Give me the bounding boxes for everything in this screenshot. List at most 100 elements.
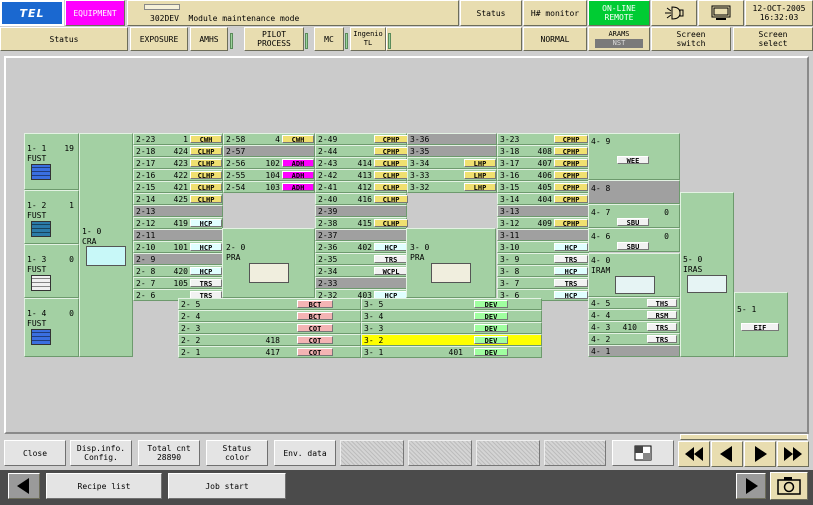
module-row[interactable]: 3-32 LHP (407, 181, 497, 193)
camera-button[interactable] (770, 472, 808, 500)
light-button[interactable] (651, 0, 697, 26)
module-row[interactable]: 2-38 415 CLHP (315, 217, 408, 229)
module-row[interactable]: 3- 3 DEV (361, 322, 542, 334)
module-row[interactable]: 2- 1 417 COT (178, 346, 361, 358)
arm-iras[interactable]: 5- 0 IRAS (680, 192, 734, 357)
module-row[interactable]: 3-15 405 CPHP (497, 181, 589, 193)
job-start-button[interactable]: Job start (168, 473, 286, 499)
module-row[interactable]: 4- 4 RSM (588, 309, 680, 321)
load-port[interactable]: 1- 2 1 FUST (24, 190, 79, 244)
window-button[interactable] (612, 440, 674, 466)
module-row[interactable]: 2-42 413 CLHP (315, 169, 408, 181)
equipment-button[interactable]: EQUIPMENT (65, 0, 125, 26)
module-row[interactable]: 3-11 (497, 229, 589, 241)
module-row[interactable]: 3-35 (407, 145, 497, 157)
module-row[interactable]: 3-17 407 CPHP (497, 157, 589, 169)
module-row[interactable]: 3-12 409 CPHP (497, 217, 589, 229)
module-row[interactable]: 2- 9 (133, 253, 223, 265)
module-row[interactable]: 4- 7 0 SBU (588, 204, 680, 228)
module-row[interactable]: 2-37 (315, 229, 407, 241)
load-port[interactable]: 1- 4 0 FUST (24, 298, 79, 357)
module-eif[interactable]: 5- 1 EIF (734, 292, 788, 357)
close-button[interactable]: Close (4, 440, 66, 466)
module-row[interactable]: 2-23 1 CWH (133, 133, 223, 145)
load-port[interactable]: 1- 3 0 FUST (24, 244, 79, 298)
module-row[interactable]: 2-49 CPHP (315, 133, 408, 145)
monitor-display-button[interactable] (698, 0, 744, 26)
module-row[interactable]: 4- 8 (588, 180, 680, 204)
module-row[interactable]: 2-18 424 CLHP (133, 145, 223, 157)
module-row[interactable]: 2-13 (133, 205, 223, 217)
module-row[interactable]: 3-23 CPHP (497, 133, 589, 145)
last-page-button[interactable] (777, 441, 809, 467)
arm-cra[interactable]: 1- 0 CRA (79, 133, 133, 357)
module-row[interactable]: 2-55 104 ADH (223, 169, 315, 181)
module-row[interactable]: 3-13 (497, 205, 589, 217)
module-row[interactable]: 3-34 LHP (407, 157, 497, 169)
module-row[interactable]: 2-43 414 CLHP (315, 157, 408, 169)
env-data-button[interactable]: Env. data (274, 440, 336, 466)
tab-mc[interactable]: MC (314, 27, 344, 51)
module-row[interactable]: 3- 4 DEV (361, 310, 542, 322)
module-row[interactable]: 2- 8 420 HCP (133, 265, 223, 277)
module-row[interactable]: 3-36 (407, 133, 497, 145)
module-row[interactable]: 3-14 404 CPHP (497, 193, 589, 205)
module-row[interactable]: 2-10 101 HCP (133, 241, 223, 253)
module-row[interactable]: 2- 2 418 COT (178, 334, 361, 346)
module-row[interactable]: 2-14 425 CLHP (133, 193, 223, 205)
module-row[interactable]: 3- 1 401 DEV (361, 346, 542, 358)
module-row[interactable]: 3-10 HCP (497, 241, 589, 253)
module-row[interactable]: 3- 9 TRS (497, 253, 589, 265)
module-row[interactable]: 4- 5 THS (588, 297, 680, 309)
module-row[interactable]: 2- 7 105 TRS (133, 277, 223, 289)
tab-exposure[interactable]: EXPOSURE (130, 27, 188, 51)
module-row[interactable]: 3-18 408 CPHP (497, 145, 589, 157)
module-row[interactable]: 2- 3 COT (178, 322, 361, 334)
prev-page-button[interactable] (711, 441, 743, 467)
first-page-button[interactable] (678, 441, 710, 467)
screen-switch-button[interactable]: Screen switch (651, 27, 731, 51)
module-row[interactable]: 2-41 412 CLHP (315, 181, 408, 193)
next-page-button[interactable] (744, 441, 776, 467)
monitor-button[interactable]: H# monitor (523, 0, 587, 26)
disp-info-config-button[interactable]: Disp.info. Config. (70, 440, 132, 466)
module-row[interactable]: 3- 8 HCP (497, 265, 589, 277)
module-row[interactable]: 2-11 (133, 229, 223, 241)
module-row[interactable]: 2-16 422 CLHP (133, 169, 223, 181)
screen-select-button[interactable]: Screen select (733, 27, 813, 51)
module-row[interactable]: 3-16 406 CPHP (497, 169, 589, 181)
module-row[interactable]: 2-44 CPHP (315, 145, 408, 157)
module-row[interactable]: 2- 5 BCT (178, 298, 361, 310)
module-row[interactable]: 4- 9 WEE (588, 133, 680, 180)
arm-pra-2[interactable]: 2- 0 PRA (222, 228, 315, 298)
module-row[interactable]: 2-39 (315, 205, 407, 217)
status-button[interactable]: Status (460, 0, 522, 26)
tab-status[interactable]: Status (0, 27, 128, 51)
module-row[interactable]: 2- 4 BCT (178, 310, 361, 322)
module-row[interactable]: 2-35 TRS (315, 253, 408, 265)
arm-pra-3[interactable]: 3- 0 PRA (406, 228, 496, 298)
module-row[interactable]: 3- 2 DEV (361, 334, 542, 346)
arm-iram[interactable]: 4- 0 IRAM (588, 253, 680, 297)
module-row[interactable]: 2-58 4 CWH (223, 133, 315, 145)
module-row[interactable]: 2-57 (223, 145, 315, 157)
module-row[interactable]: 2-17 423 CLHP (133, 157, 223, 169)
tab-ingenio-tl[interactable]: Ingenio TL (350, 27, 386, 51)
module-row[interactable]: 2-15 421 CLHP (133, 181, 223, 193)
module-row[interactable]: 2-12 419 HCP (133, 217, 223, 229)
recipe-list-button[interactable]: Recipe list (46, 473, 162, 499)
total-count-button[interactable]: Total cnt 28890 (138, 440, 200, 466)
module-row[interactable]: 2-33 (315, 277, 407, 289)
module-row[interactable]: 2-56 102 ADH (223, 157, 315, 169)
module-row[interactable]: 3-33 LHP (407, 169, 497, 181)
module-row[interactable]: 2-40 416 CLHP (315, 193, 408, 205)
module-row[interactable]: 3- 5 DEV (361, 298, 542, 310)
status-color-button[interactable]: Status color (206, 440, 268, 466)
arams-status[interactable]: ARAMS NST (588, 27, 650, 51)
forward-button[interactable] (736, 473, 766, 499)
tab-amhs[interactable]: AMHS (190, 27, 228, 51)
module-row[interactable]: 4- 3 410 TRS (588, 321, 680, 333)
load-port[interactable]: 1- 1 19 FUST (24, 133, 79, 190)
module-row[interactable]: 4- 1 (588, 345, 680, 357)
module-row[interactable]: 3- 7 TRS (497, 277, 589, 289)
